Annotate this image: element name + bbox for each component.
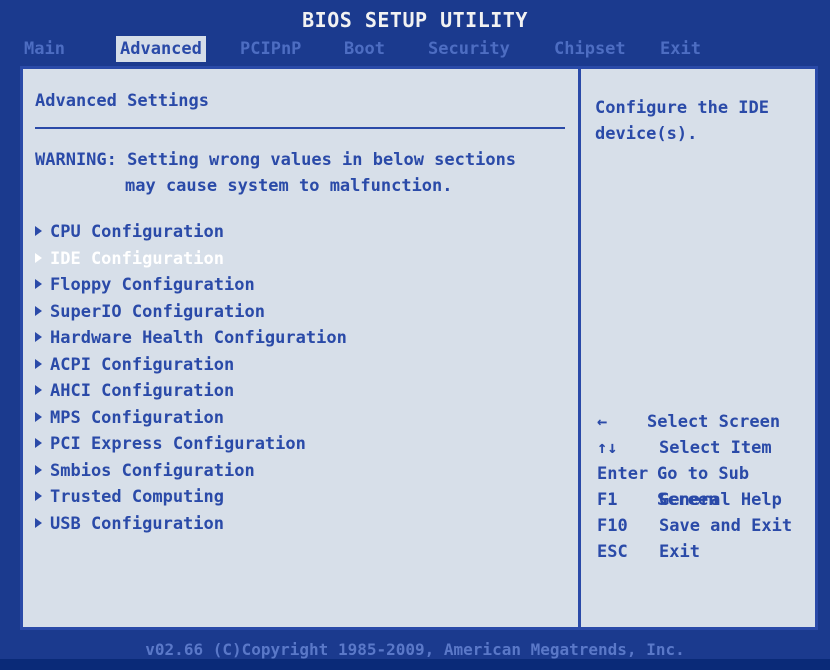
menu-item-label: SuperIO Configuration — [50, 301, 265, 322]
menu-item-smbios[interactable]: Smbios Configuration — [35, 458, 347, 485]
menu-item-usb[interactable]: USB Configuration — [35, 511, 347, 538]
tab-advanced[interactable]: Advanced — [116, 36, 206, 62]
help-text: Configure the IDE device(s). — [595, 95, 805, 147]
tab-security[interactable]: Security — [424, 36, 514, 62]
key-row-select-item: ↑↓ Select Item — [597, 435, 817, 461]
menu-item-floppy[interactable]: Floppy Configuration — [35, 272, 347, 299]
help-line-2: device(s). — [595, 124, 698, 144]
menu-bar: Main Advanced PCIPnP Boot Security Chips… — [20, 36, 820, 62]
menu-item-label: Hardware Health Configuration — [50, 328, 347, 348]
menu-item-hardware-health[interactable]: Hardware Health Configuration — [35, 325, 347, 352]
menu-item-label: USB Configuration — [50, 513, 224, 534]
menu-item-label: IDE Configuration — [50, 248, 224, 269]
submenu-arrow-icon — [35, 252, 42, 263]
help-line-1: Configure the IDE — [595, 98, 769, 118]
key-row-select-screen: ← Select Screen — [597, 409, 817, 435]
key-label: ESC — [597, 542, 628, 562]
submenu-arrow-icon — [35, 358, 42, 369]
menu-item-trusted-computing[interactable]: Trusted Computing — [35, 484, 347, 511]
menu-item-superio[interactable]: SuperIO Configuration — [35, 299, 347, 326]
menu-item-label: MPS Configuration — [50, 407, 224, 428]
tab-boot[interactable]: Boot — [340, 36, 389, 62]
help-pane: Configure the IDE device(s). ← Select Scr… — [581, 69, 815, 627]
tab-main[interactable]: Main — [20, 36, 69, 62]
main-panel: Advanced Settings WARNING: Setting wrong… — [20, 66, 818, 630]
key-label: F1 — [597, 490, 618, 510]
key-row-enter: Enter Go to Sub Screen — [597, 461, 817, 510]
key-row-f1: F1 General Help — [597, 487, 817, 513]
submenu-arrow-icon — [35, 305, 42, 316]
submenu-arrow-icon — [35, 517, 42, 528]
page-title: Advanced Settings — [35, 91, 209, 111]
menu-item-label: Smbios Configuration — [50, 460, 255, 481]
key-desc: Select Item — [659, 438, 772, 458]
menu-item-acpi[interactable]: ACPI Configuration — [35, 352, 347, 379]
menu-item-mps[interactable]: MPS Configuration — [35, 405, 347, 432]
tab-pcipnp[interactable]: PCIPnP — [236, 36, 305, 62]
submenu-arrow-icon — [35, 491, 42, 501]
key-desc: Select Screen — [647, 412, 781, 432]
copyright-footer: v02.66 (C)Copyright 1985-2009, American … — [145, 640, 685, 659]
submenu-arrow-icon — [35, 411, 42, 422]
menu-item-pci-express[interactable]: PCI Express Configuration — [35, 431, 347, 458]
submenu-arrow-icon — [35, 438, 42, 448]
config-menu-list: CPU Configuration IDE Configuration Flop… — [35, 219, 347, 537]
key-desc: Save and Exit — [659, 516, 793, 536]
submenu-arrow-icon — [35, 332, 42, 342]
title-divider — [35, 127, 565, 129]
key-label: F10 — [597, 516, 628, 536]
tab-exit[interactable]: Exit — [656, 36, 705, 62]
menu-item-ahci[interactable]: AHCI Configuration — [35, 378, 347, 405]
key-row-f10: F10 Save and Exit — [597, 513, 817, 539]
menu-item-label: PCI Express Configuration — [50, 434, 306, 454]
submenu-arrow-icon — [35, 464, 42, 475]
warning-line-1: WARNING: Setting wrong values in below s… — [35, 150, 517, 170]
key-desc: General Help — [659, 490, 782, 510]
submenu-arrow-icon — [35, 385, 42, 395]
submenu-arrow-icon — [35, 279, 42, 289]
bios-title: BIOS SETUP UTILITY — [302, 8, 528, 32]
menu-item-cpu[interactable]: CPU Configuration — [35, 219, 347, 246]
key-legend: ← Select Screen ↑↓ Select Item Enter Go to … — [597, 409, 817, 565]
left-right-arrow-icon: ← — [597, 412, 608, 432]
menu-item-label: Trusted Computing — [50, 487, 224, 507]
menu-item-label: AHCI Configuration — [50, 381, 235, 401]
menu-item-label: CPU Configuration — [50, 222, 224, 242]
warning-line-2: may cause system to malfunction. — [125, 176, 453, 196]
key-desc: Exit — [659, 542, 700, 562]
menu-item-label: Floppy Configuration — [50, 275, 255, 295]
bios-screen: BIOS SETUP UTILITY Main Advanced PCIPnP … — [0, 0, 830, 659]
submenu-arrow-icon — [35, 226, 42, 236]
key-label: Enter — [597, 464, 649, 484]
key-row-esc: ESC Exit — [597, 539, 817, 565]
warning-text: WARNING: Setting wrong values in below s… — [35, 147, 575, 199]
up-down-arrow-icon: ↑↓ — [597, 438, 618, 458]
menu-item-ide[interactable]: IDE Configuration — [35, 246, 347, 273]
tab-chipset[interactable]: Chipset — [550, 36, 630, 62]
settings-pane: Advanced Settings WARNING: Setting wrong… — [23, 69, 578, 627]
menu-item-label: ACPI Configuration — [50, 354, 235, 375]
